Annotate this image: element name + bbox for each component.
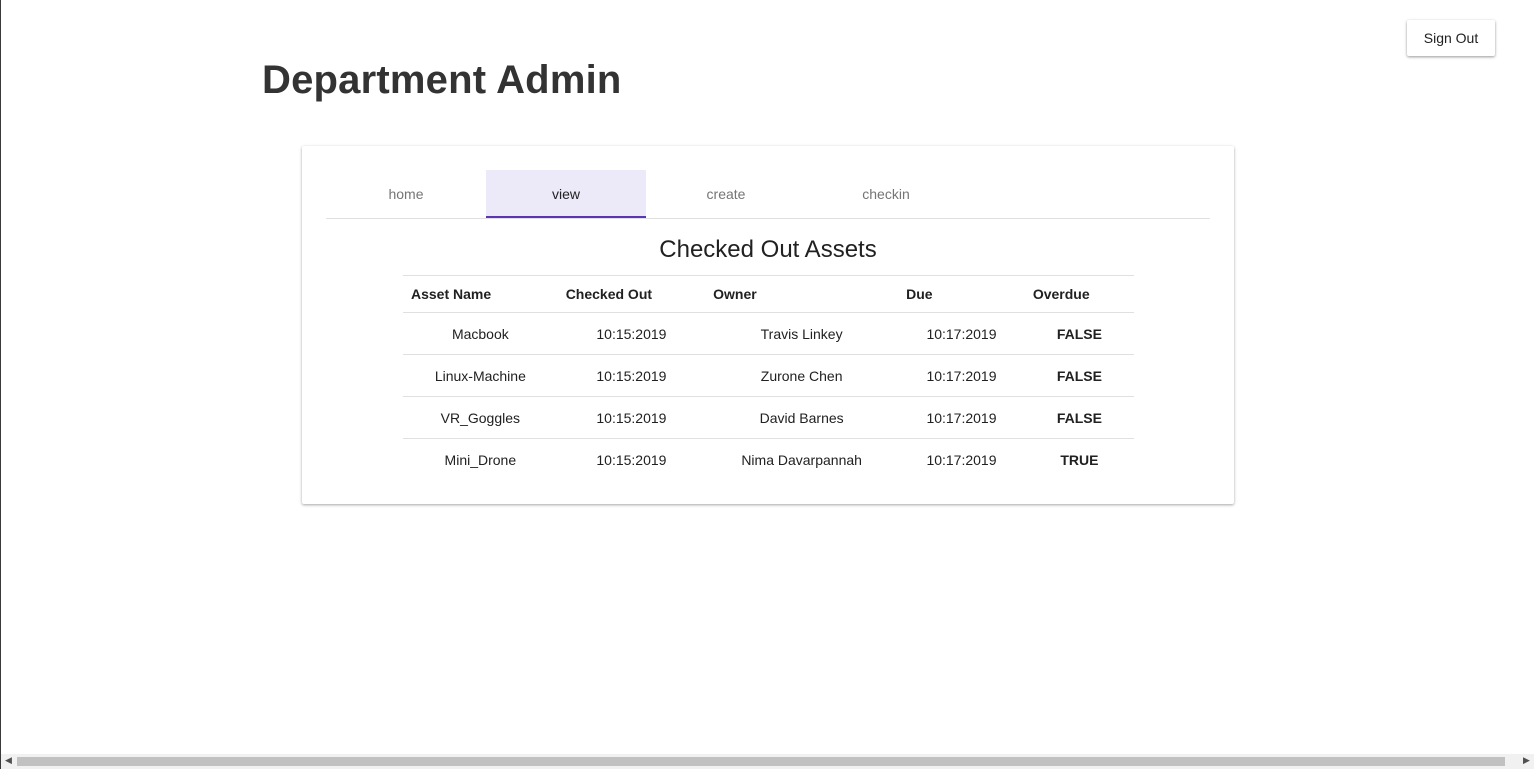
tab-create[interactable]: create xyxy=(646,170,806,218)
cell-due: 10:17:2019 xyxy=(926,409,997,426)
tab-home[interactable]: home xyxy=(326,170,486,218)
cell-asset-name: Macbook xyxy=(451,325,509,342)
cell-due: 10:17:2019 xyxy=(926,451,997,468)
tab-view[interactable]: view xyxy=(486,170,646,218)
table-row: VR_Goggles 10:15:2019 David Barnes 10:17… xyxy=(403,397,1134,439)
column-header-overdue: Overdue xyxy=(1032,286,1090,302)
table-row: Mini_Drone 10:15:2019 Nima Davarpannah 1… xyxy=(403,439,1134,481)
cell-overdue: FALSE xyxy=(1056,367,1102,384)
sign-out-button[interactable]: Sign Out xyxy=(1407,20,1495,56)
cell-overdue: FALSE xyxy=(1056,409,1102,426)
column-header-asset-name: Asset Name xyxy=(411,286,492,302)
table-body: Macbook 10:15:2019 Travis Linkey 10:17:2… xyxy=(403,313,1134,481)
table-row: Macbook 10:15:2019 Travis Linkey 10:17:2… xyxy=(403,313,1134,355)
tab-bar: home view create checkin xyxy=(326,170,1210,219)
column-header-owner: Owner xyxy=(713,286,757,302)
horizontal-scrollbar[interactable]: ◀ ▶ xyxy=(1,754,1534,769)
cell-due: 10:17:2019 xyxy=(926,325,997,342)
table-header-row: Asset Name Checked Out Owner Due Overdue xyxy=(403,275,1134,313)
page-title: Department Admin xyxy=(262,58,622,102)
cell-due: 10:17:2019 xyxy=(926,367,997,384)
cell-checked-out: 10:15:2019 xyxy=(596,325,667,342)
cell-asset-name: Linux-Machine xyxy=(434,367,526,384)
cell-overdue: FALSE xyxy=(1056,325,1102,342)
scrollbar-thumb[interactable] xyxy=(17,757,1505,766)
cell-overdue: TRUE xyxy=(1060,451,1099,468)
column-header-checked-out: Checked Out xyxy=(565,286,653,302)
cell-owner: Zurone Chen xyxy=(760,367,843,384)
cell-checked-out: 10:15:2019 xyxy=(596,367,667,384)
column-header-due: Due xyxy=(906,286,933,302)
cell-owner: David Barnes xyxy=(759,409,844,426)
cell-asset-name: Mini_Drone xyxy=(444,451,517,468)
app-viewport: Sign Out Department Admin home view crea… xyxy=(0,0,1534,769)
scroll-left-arrow-icon[interactable]: ◀ xyxy=(1,754,16,769)
table-header: Asset Name Checked Out Owner Due Overdue xyxy=(403,275,1134,313)
assets-table: Asset Name Checked Out Owner Due Overdue… xyxy=(403,275,1134,481)
tab-checkin[interactable]: checkin xyxy=(806,170,966,218)
table-row: Linux-Machine 10:15:2019 Zurone Chen 10:… xyxy=(403,355,1134,397)
cell-checked-out: 10:15:2019 xyxy=(596,451,667,468)
cell-owner: Travis Linkey xyxy=(760,325,843,342)
scroll-right-arrow-icon[interactable]: ▶ xyxy=(1519,754,1534,769)
cell-owner: Nima Davarpannah xyxy=(741,451,862,468)
admin-card: home view create checkin Checked Out Ass… xyxy=(302,146,1234,504)
cell-checked-out: 10:15:2019 xyxy=(596,409,667,426)
cell-asset-name: VR_Goggles xyxy=(440,409,521,426)
table-title: Checked Out Assets xyxy=(659,236,877,263)
